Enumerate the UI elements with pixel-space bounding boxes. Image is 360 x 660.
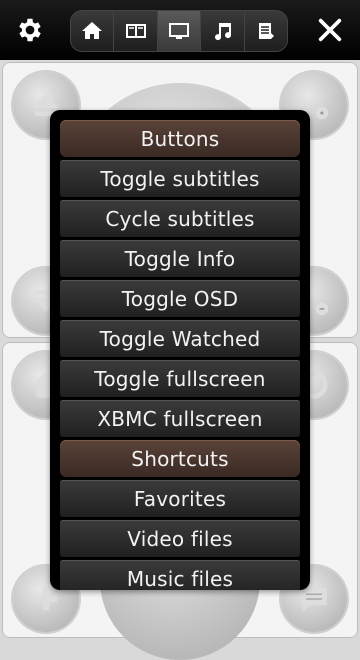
menu-item-toggle-osd[interactable]: Toggle OSD — [60, 280, 300, 317]
music-note-icon — [215, 23, 232, 41]
section-tabs — [70, 10, 288, 52]
menu-item-toggle-watched[interactable]: Toggle Watched — [60, 320, 300, 357]
close-icon — [318, 18, 342, 42]
menu-list: Buttons Toggle subtitles Cycle subtitles… — [60, 120, 300, 590]
menu-item-video-files[interactable]: Video files — [60, 520, 300, 557]
tab-music[interactable] — [201, 11, 245, 51]
context-menu: Buttons Toggle subtitles Cycle subtitles… — [50, 110, 310, 590]
top-bar — [0, 0, 360, 60]
tab-playlist[interactable] — [244, 11, 287, 51]
menu-item-toggle-info[interactable]: Toggle Info — [60, 240, 300, 277]
gear-icon — [19, 18, 41, 42]
menu-item-toggle-subtitles[interactable]: Toggle subtitles — [60, 160, 300, 197]
tab-monitor[interactable] — [157, 11, 202, 51]
menu-header-buttons: Buttons — [60, 120, 300, 157]
menu-header-shortcuts: Shortcuts — [60, 440, 300, 477]
menu-item-cycle-subtitles[interactable]: Cycle subtitles — [60, 200, 300, 237]
tab-columns[interactable] — [114, 11, 158, 51]
columns-icon — [125, 24, 146, 38]
menu-item-music-files[interactable]: Music files — [60, 560, 300, 590]
tab-home[interactable] — [71, 11, 115, 51]
close-button[interactable] — [310, 12, 350, 48]
menu-item-xbmc-fullscreen[interactable]: XBMC fullscreen — [60, 400, 300, 437]
monitor-icon — [169, 23, 190, 39]
home-icon — [82, 22, 103, 39]
playlist-icon — [258, 23, 274, 39]
menu-item-favorites[interactable]: Favorites — [60, 480, 300, 517]
settings-button[interactable] — [10, 12, 50, 48]
menu-item-toggle-fullscreen[interactable]: Toggle fullscreen — [60, 360, 300, 397]
